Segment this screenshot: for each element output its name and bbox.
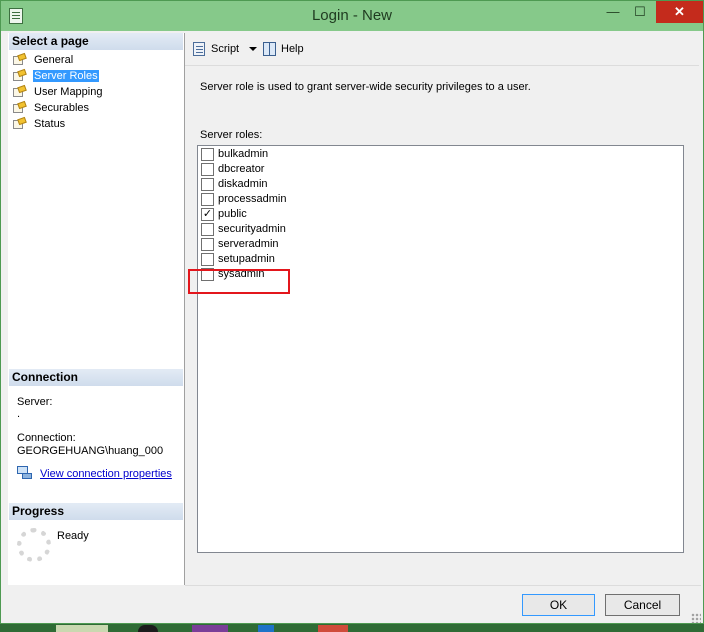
left-panel: Select a page General Server Roles User … (8, 33, 185, 585)
progress-status: Ready (57, 530, 89, 542)
progress-header: Progress (9, 503, 183, 520)
server-roles-list[interactable]: bulkadmin dbcreator diskadmin processadm… (197, 145, 684, 553)
role-item-diskadmin[interactable]: diskadmin (201, 177, 268, 192)
role-label: public (218, 208, 247, 220)
role-item-securityadmin[interactable]: securityadmin (201, 222, 286, 237)
help-label: Help (281, 43, 304, 55)
connection-properties-icon (17, 466, 33, 480)
script-button[interactable]: Script (192, 41, 239, 57)
role-label: processadmin (218, 193, 287, 205)
connection-header: Connection (9, 369, 183, 386)
login-dialog: Login - New — ☐ ✕ Select a page General … (0, 0, 704, 624)
sysadmin-highlight-box (188, 269, 290, 294)
help-icon (262, 41, 278, 57)
role-label: securityadmin (218, 223, 286, 235)
page-item-label: Securables (34, 102, 90, 114)
page-icon (13, 118, 27, 130)
role-label: setupadmin (218, 253, 275, 265)
role-label: bulkadmin (218, 148, 269, 160)
script-label: Script (211, 43, 240, 55)
page-icon (13, 54, 27, 66)
page-item-label: User Mapping (34, 86, 103, 98)
checkbox[interactable] (201, 223, 214, 236)
role-label: diskadmin (218, 178, 268, 190)
role-label: dbcreator (218, 163, 265, 175)
title-bar[interactable]: Login - New — ☐ ✕ (1, 1, 703, 31)
page-item-label: Server Roles (32, 69, 100, 83)
checkbox[interactable] (201, 238, 214, 251)
checkbox[interactable] (201, 178, 214, 191)
role-label: serveradmin (218, 238, 279, 250)
bottom-separator (185, 585, 701, 586)
role-item-serveradmin[interactable]: serveradmin (201, 237, 279, 252)
checkbox[interactable] (201, 193, 214, 206)
page-item-securables[interactable]: Securables (13, 100, 103, 116)
page-item-status[interactable]: Status (13, 116, 103, 132)
help-button[interactable]: Help (262, 41, 304, 57)
page-item-label: Status (34, 118, 66, 130)
select-page-header: Select a page (9, 33, 183, 50)
page-icon (13, 102, 27, 114)
ok-button[interactable]: OK (522, 594, 595, 616)
connection-label: Connection: (17, 432, 76, 444)
cancel-button[interactable]: Cancel (605, 594, 680, 616)
connection-value: GEORGEHUANG\huang_000 (17, 445, 164, 457)
server-roles-label: Server roles: (200, 129, 263, 141)
checkbox[interactable] (201, 163, 214, 176)
role-item-bulkadmin[interactable]: bulkadmin (201, 147, 268, 162)
checkbox[interactable] (201, 148, 214, 161)
description-text: Server role is used to grant server-wide… (200, 81, 531, 93)
toolbar: Script Help (185, 33, 699, 66)
server-label: Server: (17, 396, 53, 408)
page-icon (13, 86, 27, 98)
page-item-server-roles[interactable]: Server Roles (13, 68, 103, 84)
view-connection-properties-link[interactable]: View connection properties (40, 468, 172, 480)
role-item-dbcreator[interactable]: dbcreator (201, 162, 264, 177)
taskbar-item[interactable] (138, 625, 158, 632)
role-item-public[interactable]: ✓ public (201, 207, 247, 222)
taskbar-item[interactable] (56, 625, 108, 632)
resize-grip-icon[interactable] (691, 613, 701, 623)
role-item-setupadmin[interactable]: setupadmin (201, 252, 275, 267)
window-title: Login - New (311, 7, 393, 24)
page-list: General Server Roles User Mapping Secura… (13, 52, 103, 132)
taskbar-item[interactable] (318, 625, 348, 632)
page-icon (13, 70, 27, 82)
checkbox-checked[interactable]: ✓ (201, 208, 214, 221)
chevron-down-icon[interactable] (249, 47, 257, 51)
page-item-label: General (34, 54, 74, 66)
page-item-general[interactable]: General (13, 52, 103, 68)
main-panel: Script Help Server role is used to grant… (185, 33, 699, 585)
script-icon (192, 41, 208, 57)
taskbar-item[interactable] (258, 625, 274, 632)
close-button[interactable]: ✕ (656, 1, 703, 23)
page-item-user-mapping[interactable]: User Mapping (13, 84, 103, 100)
progress-spinner-icon (17, 528, 51, 562)
server-value: . (17, 408, 21, 420)
minimize-button[interactable]: — (599, 1, 627, 23)
checkbox[interactable] (201, 253, 214, 266)
taskbar-item[interactable] (192, 625, 228, 632)
role-item-processadmin[interactable]: processadmin (201, 192, 286, 207)
maximize-button[interactable]: ☐ (627, 1, 653, 23)
